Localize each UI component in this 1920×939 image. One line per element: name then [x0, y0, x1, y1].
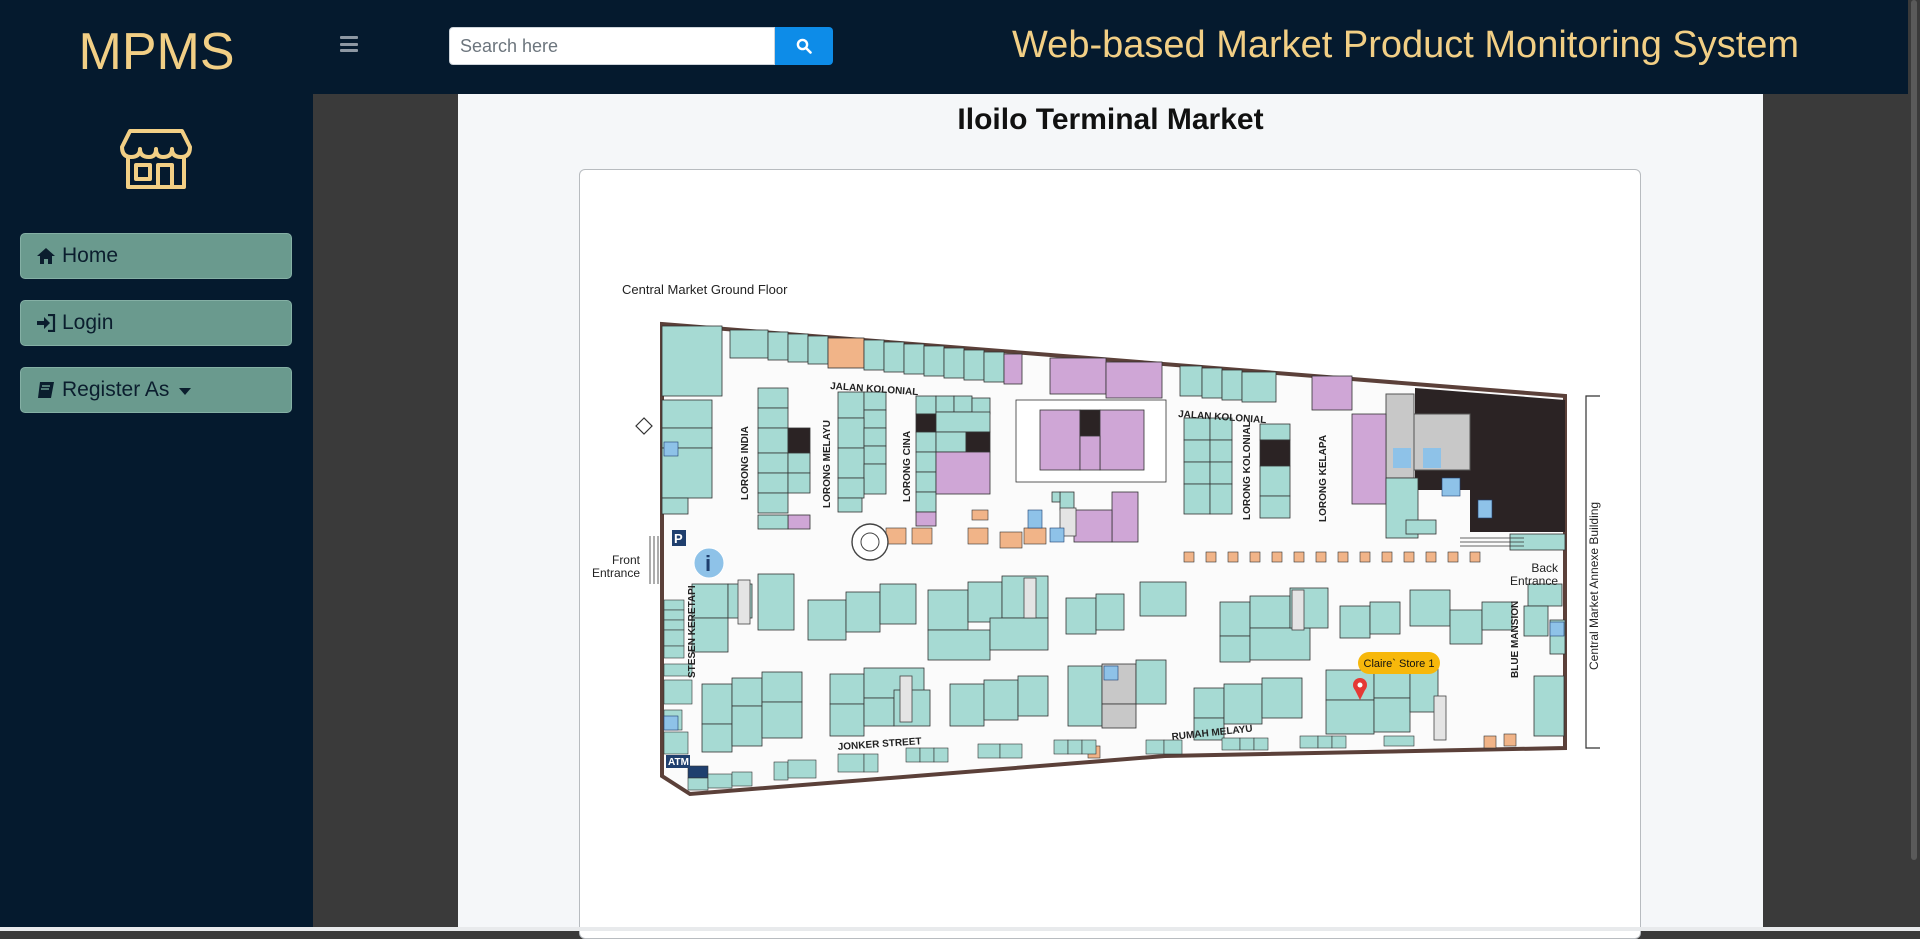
home-icon — [36, 246, 56, 266]
floor-label: Central Market Ground Floor — [622, 282, 788, 297]
street-label: LORONG KELAPA — [1318, 435, 1329, 522]
sidebar: MPMS Home Login Register As — [0, 0, 313, 931]
lift-icon — [1027, 509, 1043, 529]
street-label: LORONG CINA — [902, 431, 913, 502]
annexe-label: Central Market Annexe Building — [1587, 502, 1601, 670]
nav-register-dropdown[interactable]: Register As — [20, 367, 292, 413]
page-title: Iloilo Terminal Market — [957, 103, 1264, 136]
nav-login-button[interactable]: Login — [20, 300, 292, 346]
store-marker-label[interactable]: Claire` Store 1 — [1364, 658, 1435, 670]
back-entrance-label: Back — [1531, 561, 1559, 575]
bottom-border — [0, 927, 1920, 931]
search-icon — [796, 38, 812, 54]
front-entrance-arrows — [649, 536, 659, 584]
page-scrollbar[interactable] — [1908, 0, 1920, 931]
street-label: LORONG KOLONIAL — [1242, 421, 1253, 520]
search-button[interactable] — [775, 27, 833, 65]
store-icon — [120, 129, 192, 189]
street-label: BLUE MANSION — [1510, 601, 1521, 678]
sign-in-icon — [36, 313, 56, 333]
chevron-down-icon — [179, 387, 192, 395]
info-label: i — [705, 551, 711, 576]
lift-icon — [1477, 499, 1493, 519]
hamburger-icon[interactable] — [340, 36, 358, 52]
nav-home-label: Home — [62, 244, 119, 267]
compass-icon — [635, 417, 653, 435]
street-label: STESEN KERETAPI — [687, 585, 698, 678]
back-entrance-label: Entrance — [1510, 574, 1558, 588]
toilet-area — [1413, 413, 1471, 471]
toilet-icon — [1423, 448, 1441, 468]
street-label: LORONG INDIA — [740, 426, 751, 500]
brand-logo-text[interactable]: MPMS — [0, 22, 313, 82]
search-input[interactable] — [449, 27, 775, 65]
map-card: Central Market Ground Floor Front Entran… — [579, 169, 1641, 939]
nav-register-label: Register As — [62, 378, 170, 401]
site-title: Web-based Market Product Monitoring Syst… — [1012, 24, 1800, 66]
market-floor-map[interactable]: Central Market Ground Floor Front Entran… — [580, 170, 1640, 938]
parking-label: P — [674, 531, 683, 546]
nav-login-label: Login — [62, 311, 114, 334]
spiral-staircase — [851, 523, 889, 561]
front-entrance-label: Front — [612, 553, 641, 567]
book-icon — [36, 380, 56, 400]
atm-label: ATM — [668, 757, 689, 768]
toilet-icon — [1393, 448, 1411, 468]
street-label: LORONG MELAYU — [822, 420, 833, 508]
nav-home-button[interactable]: Home — [20, 233, 292, 279]
front-entrance-label: Entrance — [592, 566, 640, 580]
